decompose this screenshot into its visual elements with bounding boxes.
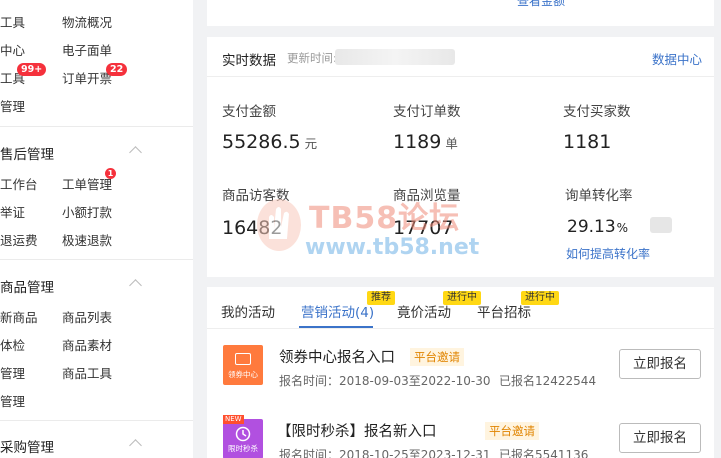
sidebar-item-workbench[interactable]: 工作台 [0, 174, 38, 193]
coupon-center-icon: 领券中心 [223, 345, 263, 385]
sidebar-item-product-list[interactable]: 商品列表 [62, 307, 112, 326]
metric-value-paid-buyers: 1181 [563, 131, 612, 153]
summary-card: 查看金额 [207, 0, 714, 26]
sidebar-item-new-product[interactable]: 新商品 [0, 307, 38, 326]
data-center-link[interactable]: 数据中心 [652, 49, 702, 68]
signup-period: 报名时间：2018-10-25至2023-12-31 [279, 448, 491, 458]
metric-label-paid-orders: 支付订单数 [393, 104, 461, 120]
signup-count: 已报名12422544 [499, 374, 597, 388]
card-title: 实时数据 [222, 53, 276, 69]
icon-caption: 领券中心 [228, 370, 258, 379]
chevron-up-icon[interactable] [129, 146, 142, 159]
platform-invite-tag: 平台邀请 [410, 348, 464, 366]
view-amount-link[interactable]: 查看金额 [517, 0, 565, 9]
metric-label-payment-amount: 支付金额 [222, 104, 276, 120]
blurred-value [650, 217, 672, 233]
flash-sale-icon: 限时秒杀 [223, 419, 263, 458]
activity-item: 领券中心 领券中心报名入口 平台邀请 报名时间：2018-09-03至2022-… [207, 341, 714, 401]
metric-label-conversion-rate: 询单转化率 [565, 188, 633, 204]
improve-conversion-link[interactable]: 如何提高转化率 [566, 245, 650, 262]
in-progress-tag: 进行中 [443, 291, 481, 305]
section-title-procurement[interactable]: 采购管理 [0, 436, 54, 456]
metric-unit: 单 [445, 136, 458, 151]
metric-value-payment-amount: 55286.5 元 [222, 131, 317, 153]
metric-unit: % [616, 221, 629, 235]
metric-value-page-views: 17707 [393, 217, 454, 239]
chevron-up-icon[interactable] [129, 279, 142, 292]
activity-tabs: 我的活动 营销活动(4) 推荐 竟价活动 进行中 平台招标 进行中 [207, 287, 714, 329]
recommend-tag: 推荐 [367, 291, 395, 305]
divider [0, 126, 193, 127]
metric-number: 55286.5 [222, 131, 301, 153]
coupon-icon [235, 353, 251, 365]
sidebar-item[interactable]: 工具 [0, 12, 25, 31]
sidebar-item[interactable]: 管理 [0, 363, 25, 382]
metric-value-conversion-rate: 29.13% [567, 217, 628, 237]
notification-badge: 99+ [17, 63, 47, 76]
sidebar: 工具 物流概况 中心 电子面单 工具 99+ 订单开票 22 管理 售后管理 工… [0, 0, 193, 458]
signup-button[interactable]: 立即报名 [619, 349, 701, 379]
active-tab-indicator [299, 326, 373, 328]
sidebar-item[interactable]: 管理 [0, 96, 25, 115]
clock-icon [235, 426, 251, 442]
sidebar-item[interactable]: 管理 [0, 391, 25, 410]
divider [0, 420, 193, 421]
divider [0, 259, 193, 260]
sidebar-item-small-payment[interactable]: 小额打款 [62, 202, 112, 221]
notification-badge: 22 [106, 63, 128, 76]
sidebar-item-evidence[interactable]: 举证 [0, 202, 25, 221]
chevron-up-icon[interactable] [129, 439, 142, 452]
metric-unit: 元 [304, 136, 318, 151]
sidebar-item-product-tools[interactable]: 商品工具 [62, 363, 112, 382]
sidebar-item-return-shipping[interactable]: 退运费 [0, 230, 38, 249]
metric-label-page-views: 商品浏览量 [393, 188, 461, 204]
activity-title: 【限时秒杀】报名新入口 [277, 424, 437, 440]
platform-invite-tag: 平台邀请 [485, 422, 539, 440]
card-header: 实时数据 更新时间: 数据中心 [207, 37, 714, 77]
sidebar-item[interactable]: 中心 [0, 40, 25, 59]
signup-button[interactable]: 立即报名 [619, 423, 701, 453]
signup-period: 报名时间：2018-09-03至2022-10-30 [279, 374, 491, 388]
sidebar-item-ticket-management[interactable]: 工单管理 [62, 174, 112, 193]
blurred-timestamp [335, 49, 455, 65]
section-title-after-sales[interactable]: 售后管理 [0, 143, 54, 163]
activity-item: 限时秒杀 NEW 【限时秒杀】报名新入口 平台邀请 报名时间：2018-10-2… [207, 415, 714, 458]
update-time-label: 更新时间: [287, 51, 337, 65]
sidebar-item-logistics-overview[interactable]: 物流概况 [62, 12, 112, 31]
new-badge: NEW [223, 415, 244, 424]
sidebar-item-e-waybill[interactable]: 电子面单 [62, 40, 112, 59]
metric-value-paid-orders: 1189 单 [393, 131, 458, 153]
metric-number: 1189 [393, 131, 442, 153]
sidebar-item-fast-refund[interactable]: 极速退款 [62, 230, 112, 249]
section-title-product-management[interactable]: 商品管理 [0, 276, 54, 296]
tab-marketing-activities[interactable]: 营销活动(4) [301, 301, 374, 321]
in-progress-tag: 进行中 [521, 291, 559, 305]
tab-my-activities[interactable]: 我的活动 [221, 301, 275, 321]
metric-number: 29.13 [567, 217, 616, 237]
sidebar-item-product-materials[interactable]: 商品素材 [62, 335, 112, 354]
metric-label-paid-buyers: 支付买家数 [563, 104, 631, 120]
sidebar-item-checkup[interactable]: 体检 [0, 335, 25, 354]
sidebar-item-invoicing[interactable]: 订单开票 [62, 68, 112, 87]
realtime-data-card: 实时数据 更新时间: 数据中心 支付金额 55286.5 元 支付订单数 1189… [207, 37, 714, 277]
metric-value-visitors: 16482 [222, 217, 283, 239]
notification-badge: 1 [105, 168, 116, 179]
icon-caption: 限时秒杀 [228, 444, 258, 453]
activity-title: 领券中心报名入口 [279, 350, 395, 366]
metric-label-visitors: 商品访客数 [222, 188, 290, 204]
activity-card: 我的活动 营销活动(4) 推荐 竟价活动 进行中 平台招标 进行中 领券中心 领… [207, 287, 714, 458]
signup-count: 已报名5541136 [499, 448, 589, 458]
